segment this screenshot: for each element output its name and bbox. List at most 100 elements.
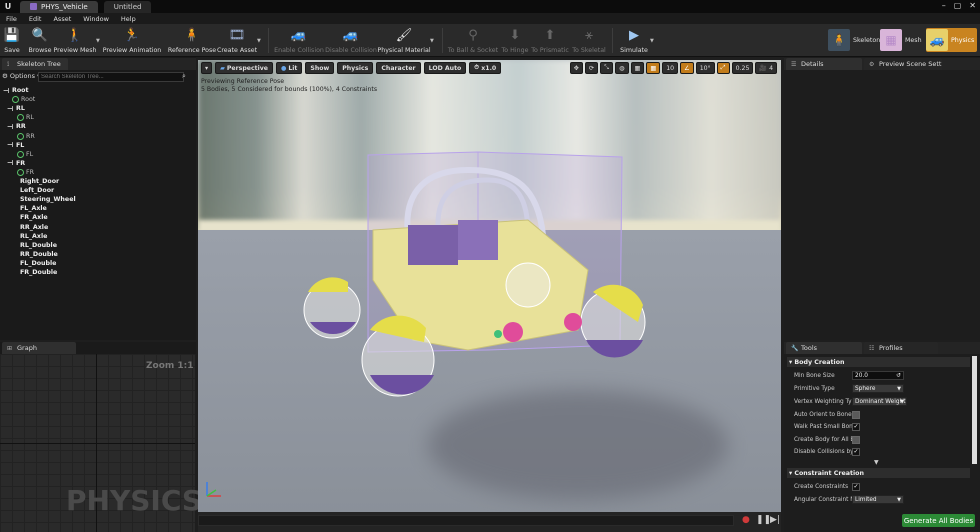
tab-untitled[interactable]: Untitled — [103, 0, 152, 13]
auto-orient-checkbox[interactable] — [852, 410, 860, 419]
disable-collisions-checkbox[interactable]: ✓ — [852, 447, 860, 456]
disable-collision-button[interactable]: 🚙 Disable Collision — [325, 25, 377, 56]
menu-window[interactable]: Window — [77, 15, 115, 23]
tab-details[interactable]: ☰ Details — [786, 58, 862, 70]
tree-row[interactable]: Right_Door — [20, 177, 59, 186]
preview-mesh-button[interactable]: 🚶 Preview Mesh — [53, 25, 96, 56]
tree-row[interactable]: RR — [17, 132, 35, 141]
browse-button[interactable]: 🔍 Browse — [27, 25, 53, 56]
generate-all-bodies-button[interactable]: Generate All Bodies — [902, 514, 975, 527]
translate-icon[interactable]: ✥ — [569, 62, 583, 74]
scale-snap-value[interactable]: 0.25 — [731, 62, 754, 74]
tree-row[interactable]: ⊣ FL — [7, 141, 24, 150]
grid-snap-toggle[interactable]: ▦ — [646, 62, 661, 74]
create-asset-button[interactable]: 🎞 Create Asset — [217, 25, 257, 56]
tree-row[interactable]: FL — [17, 150, 33, 159]
walk-past-checkbox[interactable]: ✓ — [852, 422, 860, 431]
angular-constraint-select[interactable]: Limited ▼ — [852, 495, 904, 504]
create-constraints-checkbox[interactable]: ✓ — [852, 482, 860, 491]
reference-pose-button[interactable]: 🧍 Reference Pose — [168, 25, 216, 56]
playback-speed-button[interactable]: ⏱ x1.0 — [469, 62, 502, 74]
tab-skeleton-tree[interactable]: ⟟ Skeleton Tree — [2, 58, 68, 70]
tab-phys-vehicle[interactable]: PHYS_Vehicle — [20, 0, 98, 13]
tree-row[interactable]: Steering_Wheel — [20, 195, 76, 204]
tree-row[interactable]: FL_Axle — [20, 204, 47, 213]
mode-physics-button[interactable]: 🚙 Physics — [926, 28, 978, 52]
create-body-all-checkbox[interactable] — [852, 435, 860, 444]
rotation-snap-value[interactable]: 10° — [695, 62, 715, 74]
tree-row[interactable]: RR_Double — [20, 250, 58, 259]
show-button[interactable]: Show — [305, 62, 335, 74]
timeline-scrubber[interactable] — [198, 515, 734, 526]
menu-asset[interactable]: Asset — [47, 15, 77, 23]
tab-tools[interactable]: 🔧 Tools — [786, 342, 862, 354]
record-icon[interactable]: ● — [742, 515, 750, 525]
tree-row[interactable]: ⊣ Root — [3, 86, 29, 95]
tools-scrollbar[interactable] — [972, 356, 977, 464]
tree-row[interactable]: FR — [17, 168, 34, 177]
tree-row[interactable]: Root — [12, 95, 35, 104]
vehicle-model[interactable] — [198, 60, 781, 515]
camera-speed-button[interactable]: 🎥 4 — [755, 62, 777, 74]
body-creation-header[interactable]: ▾ Body Creation — [787, 357, 970, 367]
maximize-icon[interactable]: ▢ — [954, 1, 962, 10]
rotation-snap-toggle[interactable]: ∠ — [680, 62, 694, 74]
to-skeletal-button[interactable]: ⚹ To Skeletal — [572, 25, 606, 56]
expand-advanced-icon[interactable]: ▼ — [874, 459, 879, 466]
skeleton-search-input[interactable] — [38, 72, 184, 82]
preview-mesh-dropdown-icon[interactable]: ▼ — [96, 38, 100, 44]
tab-profiles[interactable]: ☷ Profiles — [864, 342, 938, 354]
lit-button[interactable]: ● Lit — [275, 62, 303, 74]
simulate-button[interactable]: ▶ Simulate — [620, 25, 648, 56]
tree-row[interactable]: RL — [17, 113, 34, 122]
viewport-options-button[interactable]: ▾ — [201, 62, 213, 74]
close-icon[interactable]: ✕ — [969, 1, 976, 10]
pause-icon[interactable]: ❚❚ — [756, 515, 771, 525]
physical-material-button[interactable]: 🖌 Physical Material — [377, 25, 430, 56]
tree-row[interactable]: FR_Axle — [20, 213, 48, 222]
physics-menu-button[interactable]: Physics — [337, 62, 374, 74]
menu-help[interactable]: Help — [115, 15, 142, 23]
preview-animation-button[interactable]: 🏃 Preview Animation — [103, 25, 162, 56]
mode-mesh-button[interactable]: ▦ Mesh — [880, 28, 922, 52]
rotate-icon[interactable]: ⟳ — [584, 62, 599, 74]
tree-row[interactable]: RL_Double — [20, 241, 57, 250]
to-prismatic-button[interactable]: ⬆ To Prismatic — [531, 25, 569, 56]
create-asset-dropdown-icon[interactable]: ▼ — [257, 38, 261, 44]
scale-icon[interactable]: ⤡ — [600, 62, 614, 74]
tree-row[interactable]: Left_Door — [20, 186, 54, 195]
world-local-icon[interactable]: ◍ — [615, 62, 629, 74]
min-bone-size-input[interactable]: 20.0 ↺ — [852, 371, 904, 380]
tab-graph[interactable]: ⊞ Graph — [2, 342, 76, 354]
skip-end-icon[interactable]: ▶| — [770, 515, 780, 525]
mode-skeleton-button[interactable]: 🧍 Skeleton — [828, 28, 880, 52]
lod-button[interactable]: LOD Auto — [423, 62, 467, 74]
options-dropdown[interactable]: ⚙ Options ▾ — [2, 72, 40, 80]
physical-material-dropdown-icon[interactable]: ▼ — [430, 38, 434, 44]
save-button[interactable]: 💾 Save — [2, 25, 22, 56]
to-hinge-button[interactable]: ⬇ To Hinge — [502, 25, 529, 56]
minimize-icon[interactable]: – — [942, 1, 946, 10]
tree-row[interactable]: ⊣ FR — [7, 159, 25, 168]
grid-snap-value[interactable]: 10 — [662, 62, 679, 74]
to-ball-socket-button[interactable]: ⚲ To Ball & Socket — [448, 25, 498, 56]
surface-snap-icon[interactable]: ▦ — [630, 62, 645, 74]
tree-row[interactable]: FR_Double — [20, 268, 57, 277]
viewport[interactable]: ▾ ▰ Perspective ● Lit Show Physics Charact… — [198, 60, 781, 515]
scale-snap-toggle[interactable]: ⤢ — [716, 62, 730, 74]
primitive-type-select[interactable]: Sphere ▼ — [852, 384, 904, 393]
simulate-dropdown-icon[interactable]: ▼ — [650, 38, 654, 44]
perspective-button[interactable]: ▰ Perspective — [215, 62, 273, 74]
character-button[interactable]: Character — [376, 62, 421, 74]
vertex-weighting-select[interactable]: Dominant Weight ▼ — [852, 397, 907, 406]
tree-row[interactable]: FL_Double — [20, 259, 56, 268]
menu-file[interactable]: File — [0, 15, 23, 23]
tree-row[interactable]: ⊣ RL — [7, 104, 25, 113]
tree-row[interactable]: RL_Axle — [20, 232, 47, 241]
menu-edit[interactable]: Edit — [23, 15, 48, 23]
constraint-creation-header[interactable]: ▾ Constraint Creation — [787, 468, 970, 478]
tab-preview-scene-settings[interactable]: ⚙ Preview Scene Sett — [864, 58, 942, 70]
tree-row[interactable]: RR_Axle — [20, 223, 48, 232]
tree-row[interactable]: ⊣ RR — [7, 122, 26, 131]
search-icon[interactable]: ⌕ — [182, 72, 186, 81]
